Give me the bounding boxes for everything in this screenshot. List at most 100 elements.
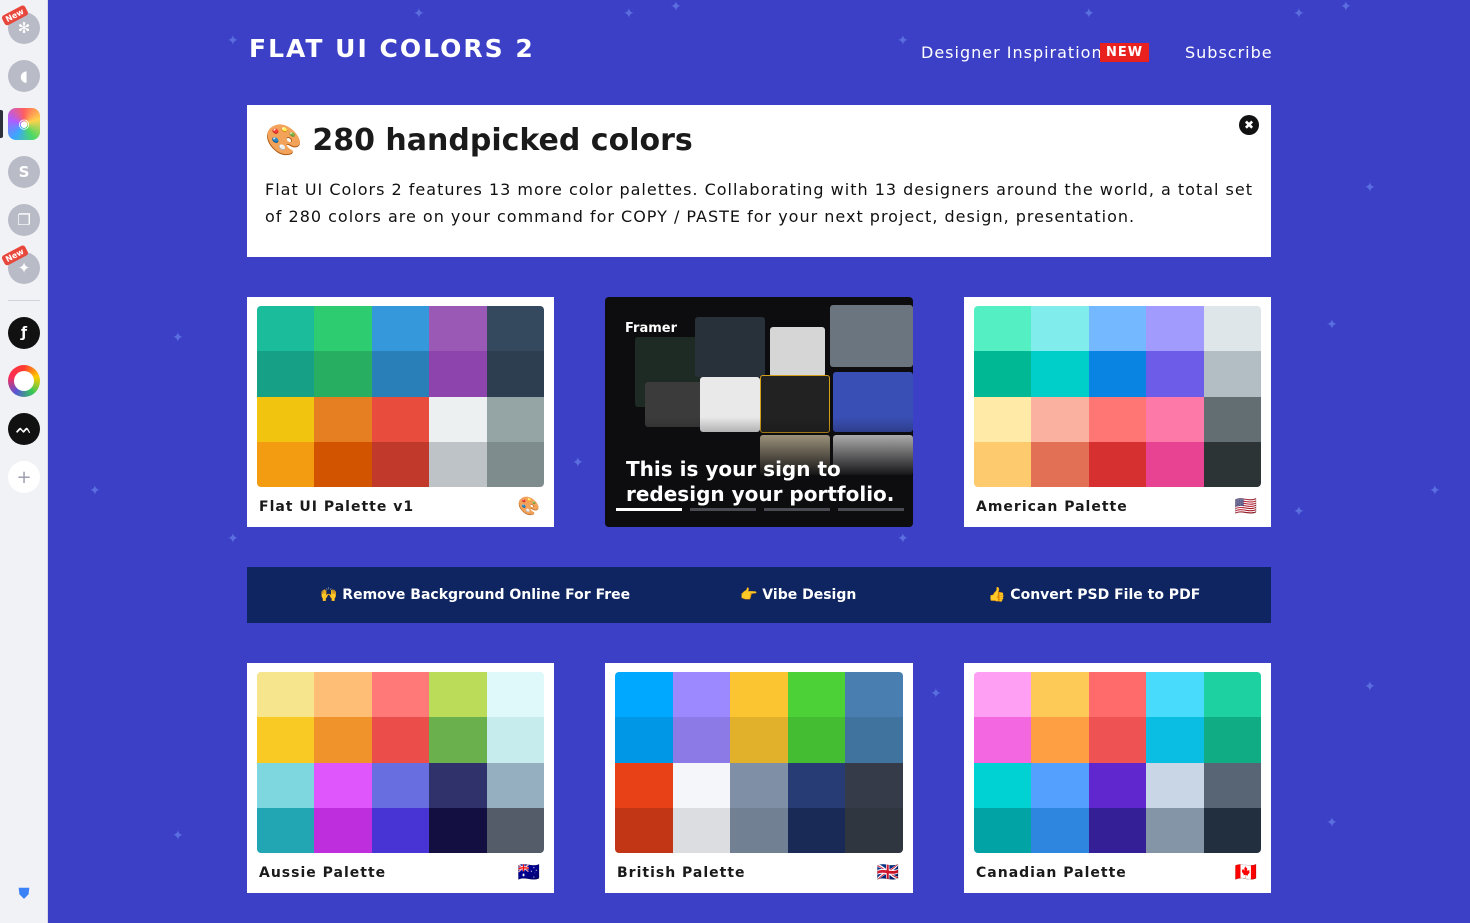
color-swatch[interactable] [429,807,487,853]
color-swatch[interactable] [1031,396,1089,442]
color-swatch[interactable] [1203,396,1261,442]
color-swatch[interactable] [429,762,487,808]
nav-subscribe[interactable]: Subscribe [1185,43,1273,62]
color-swatch[interactable] [1088,441,1147,487]
sidebar-add-button[interactable]: + [8,461,40,493]
color-swatch[interactable] [1031,306,1089,352]
color-swatch[interactable] [371,717,430,763]
color-swatch[interactable] [672,672,731,718]
color-swatch[interactable] [486,762,544,808]
color-swatch[interactable] [429,717,487,763]
remove-background-link[interactable]: 🙌 Remove Background Online For Free [320,587,630,603]
color-swatch[interactable] [314,441,372,487]
color-swatch[interactable] [371,306,430,352]
color-swatch[interactable] [1088,351,1147,397]
color-swatch[interactable] [486,672,544,718]
color-swatch[interactable] [429,306,487,352]
color-swatch[interactable] [730,717,788,763]
color-swatch[interactable] [1146,762,1204,808]
color-swatch[interactable] [257,396,315,442]
sidebar-app-miro[interactable]: ᨓ [8,413,40,445]
color-swatch[interactable] [615,672,673,718]
color-swatch[interactable] [257,306,315,352]
sidebar-app-framer[interactable]: ƒ [8,317,40,349]
color-swatch[interactable] [1203,762,1261,808]
palette-card-canadian[interactable]: Canadian Palette 🇨🇦 [964,663,1271,893]
color-swatch[interactable] [486,807,544,853]
color-swatch[interactable] [371,441,430,487]
color-swatch[interactable] [1146,306,1204,352]
color-swatch[interactable] [1088,762,1147,808]
color-swatch[interactable] [615,807,673,853]
color-swatch[interactable] [787,807,846,853]
color-swatch[interactable] [257,807,315,853]
color-swatch[interactable] [1203,807,1261,853]
color-swatch[interactable] [974,807,1032,853]
palette-card-flat-ui-v1[interactable]: Flat UI Palette v1 🎨 [247,297,554,527]
color-swatch[interactable] [429,396,487,442]
color-swatch[interactable] [974,717,1032,763]
color-swatch[interactable] [1203,672,1261,718]
palette-card-aussie[interactable]: Aussie Palette 🇦🇺 [247,663,554,893]
nav-designer-inspiration[interactable]: Designer Inspiration [921,43,1103,62]
color-swatch[interactable] [672,807,731,853]
color-swatch[interactable] [1146,672,1204,718]
color-swatch[interactable] [1088,672,1147,718]
color-swatch[interactable] [1088,396,1147,442]
color-swatch[interactable] [974,396,1032,442]
color-swatch[interactable] [787,672,846,718]
color-swatch[interactable] [1031,351,1089,397]
color-swatch[interactable] [1088,306,1147,352]
color-swatch[interactable] [974,762,1032,808]
color-swatch[interactable] [615,762,673,808]
color-swatch[interactable] [1203,441,1261,487]
color-swatch[interactable] [257,441,315,487]
color-swatch[interactable] [429,441,487,487]
color-swatch[interactable] [486,717,544,763]
color-swatch[interactable] [1088,807,1147,853]
color-swatch[interactable] [1031,717,1089,763]
color-swatch[interactable] [1031,672,1089,718]
framer-ad[interactable]: Framer This is your sign to redesign you… [605,297,913,527]
palette-card-british[interactable]: British Palette 🇬🇧 [605,663,913,893]
color-swatch[interactable] [1203,717,1261,763]
color-swatch[interactable] [486,351,544,397]
close-button[interactable]: ✖ [1239,115,1259,135]
sidebar-app-palette[interactable]: ◉ [8,108,40,140]
color-swatch[interactable] [845,672,903,718]
color-swatch[interactable] [1088,717,1147,763]
color-swatch[interactable] [615,717,673,763]
color-swatch[interactable] [1146,807,1204,853]
color-swatch[interactable] [1146,717,1204,763]
color-swatch[interactable] [371,396,430,442]
color-swatch[interactable] [314,396,372,442]
color-swatch[interactable] [1031,441,1089,487]
color-swatch[interactable] [257,717,315,763]
color-swatch[interactable] [314,762,372,808]
color-swatch[interactable] [730,672,788,718]
sidebar-bottom-shield[interactable]: ⛊ [14,884,34,904]
vibe-design-link[interactable]: 👉 Vibe Design [740,587,856,603]
color-swatch[interactable] [845,807,903,853]
color-swatch[interactable] [429,351,487,397]
color-swatch[interactable] [1203,351,1261,397]
site-logo[interactable]: FLAT UI COLORS 2 [249,34,535,63]
color-swatch[interactable] [257,672,315,718]
convert-psd-link[interactable]: 👍 Convert PSD File to PDF [988,587,1200,603]
color-swatch[interactable] [371,762,430,808]
color-swatch[interactable] [429,672,487,718]
sidebar-app-layers[interactable]: ❐ [8,204,40,236]
color-swatch[interactable] [486,306,544,352]
sidebar-app-creative-cloud[interactable] [8,365,40,397]
color-swatch[interactable] [672,717,731,763]
color-swatch[interactable] [974,672,1032,718]
palette-card-american[interactable]: American Palette 🇺🇸 [964,297,1271,527]
color-swatch[interactable] [314,717,372,763]
color-swatch[interactable] [314,306,372,352]
color-swatch[interactable] [257,762,315,808]
color-swatch[interactable] [1146,441,1204,487]
color-swatch[interactable] [314,672,372,718]
color-swatch[interactable] [486,441,544,487]
color-swatch[interactable] [371,672,430,718]
color-swatch[interactable] [730,762,788,808]
